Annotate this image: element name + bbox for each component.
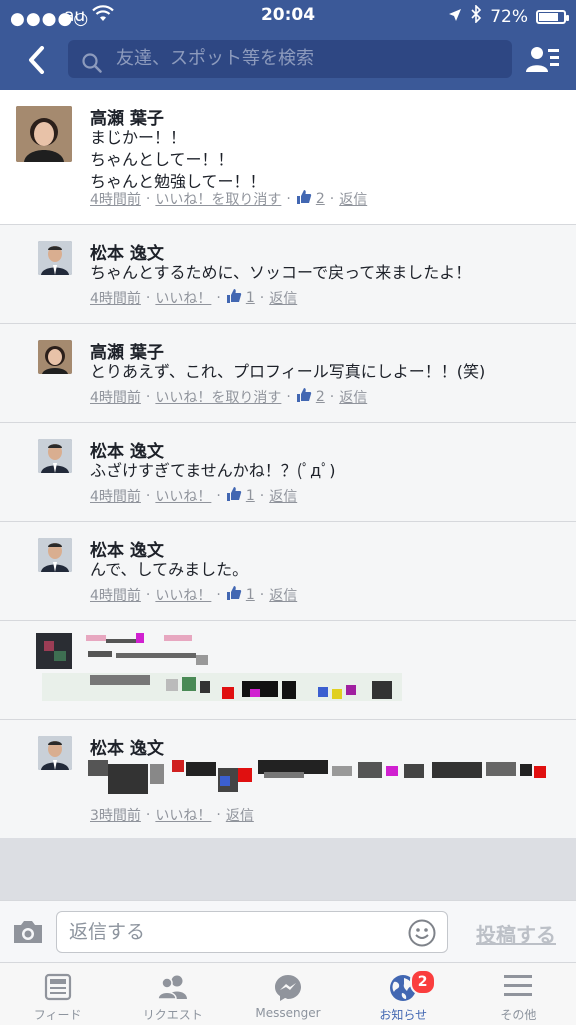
search-icon [82,49,102,87]
comment-item: 高瀬 葉子 とりあえず、これ、プロフィール写真にしよー！！(笑) 4時間前 · い… [0,324,576,423]
comment-text: んで、してみました。 [90,560,249,579]
timestamp[interactable]: 4時間前 [90,288,141,308]
like-button[interactable]: いいね！ [155,288,211,308]
pixelated-content [88,760,546,794]
tab-feed[interactable]: フィード [0,963,115,1025]
thumbs-up-icon [226,486,242,506]
like-count[interactable]: 1 [246,290,255,306]
search-input[interactable]: 友達、スポット等を検索 [68,40,512,78]
location-arrow-icon [448,7,462,27]
comment-text: まじかー！！ ちゃんとしてー！！ ちゃんと勉強してー！！ [90,128,266,191]
like-count[interactable]: 1 [246,587,255,603]
timestamp[interactable]: 4時間前 [90,387,141,407]
post-button[interactable]: 投稿する [476,919,556,948]
camera-button[interactable] [12,919,44,945]
bluetooth-icon [470,4,482,28]
like-button[interactable]: いいね！ [155,486,211,506]
comment-meta: 4時間前 · いいね！を取り消す · 2 · 返信 [90,387,368,407]
like-count[interactable]: 1 [246,488,255,504]
comment-item: 高瀬 葉子 まじかー！！ ちゃんとしてー！！ ちゃんと勉強してー！！ 4時間前 ·… [0,90,576,225]
friend-requests-icon [157,973,189,1005]
unlike-button[interactable]: いいね！を取り消す [155,189,281,209]
reply-link[interactable]: 返信 [339,387,367,407]
timestamp[interactable]: 4時間前 [90,486,141,506]
timestamp[interactable]: 4時間前 [90,585,141,605]
tab-messenger[interactable]: Messenger [230,963,345,1025]
emoji-button[interactable] [408,919,436,947]
avatar[interactable] [38,340,72,374]
tab-label: お知らせ [379,1008,428,1022]
status-bar: ●●●●○ au 20:04 72% [0,0,576,30]
commenter-name[interactable]: 松本 逸文 [90,734,164,759]
comment-meta: 3時間前 · いいね！ · 返信 [90,805,254,825]
messenger-icon [273,973,303,1007]
empty-area [0,838,576,900]
tab-friend-requests[interactable]: リクエスト [115,963,230,1025]
avatar[interactable] [38,538,72,572]
friends-list-icon [526,47,559,72]
comment-item: 松本 逸文 3時間前 · いいね！ · 返信 [0,720,576,842]
tab-notifications[interactable]: 2 お知らせ [346,963,461,1025]
like-count[interactable]: 2 [316,191,325,207]
commenter-name[interactable]: 松本 逸文 [90,536,164,561]
reply-link[interactable]: 返信 [339,189,367,209]
battery-icon [536,9,569,24]
tab-label: その他 [500,1008,537,1022]
censored-comment [0,621,576,720]
reply-composer: 返信する 投稿する [0,900,576,963]
smiley-icon [408,919,436,947]
comment-meta: 4時間前 · いいね！ · 1 · 返信 [90,288,298,308]
like-button[interactable]: いいね！ [155,805,211,825]
tab-bar: フィード リクエスト Messenger 2 お知らせ その他 [0,962,576,1025]
avatar[interactable] [38,439,72,473]
avatar[interactable] [16,106,72,162]
tab-label: Messenger [255,1006,321,1020]
thumbs-up-icon [226,585,242,605]
commenter-name[interactable]: 松本 逸文 [90,437,164,462]
camera-icon [14,921,42,943]
comment-meta: 4時間前 · いいね！を取り消す · 2 · 返信 [90,189,368,209]
back-button[interactable] [18,42,54,78]
commenter-name[interactable]: 高瀬 葉子 [90,338,164,363]
menu-icon [503,973,533,1003]
commenter-name[interactable]: 松本 逸文 [90,239,164,264]
comment-item: 松本 逸文 ふざけすぎてませんかね！？(ﾟдﾟ) 4時間前 · いいね！ · 1 · … [0,423,576,522]
comment-text: ちゃんとするために、ソッコーで戻って来ましたよ！ [90,263,472,282]
avatar[interactable] [38,241,72,275]
battery-percentage: 72% [490,6,528,27]
feed-icon [44,973,72,1005]
comment-text: ふざけすぎてませんかね！？(ﾟдﾟ) [90,461,336,480]
comment-item: 松本 逸文 ちゃんとするために、ソッコーで戻って来ましたよ！ 4時間前 · いいね… [0,225,576,324]
reply-input[interactable]: 返信する [56,911,448,953]
thumbs-up-icon [296,387,312,407]
reply-link[interactable]: 返信 [269,486,297,506]
commenter-name[interactable]: 高瀬 葉子 [90,104,164,129]
chevron-left-icon [29,46,44,74]
timestamp[interactable]: 3時間前 [90,805,141,825]
tab-label: リクエスト [142,1008,203,1022]
reply-link[interactable]: 返信 [226,805,254,825]
tab-label: フィード [33,1008,82,1022]
notification-badge: 2 [409,969,436,995]
comment-meta: 4時間前 · いいね！ · 1 · 返信 [90,585,298,605]
comment-thread: 高瀬 葉子 まじかー！！ ちゃんとしてー！！ ちゃんと勉強してー！！ 4時間前 ·… [0,90,576,842]
comment-meta: 4時間前 · いいね！ · 1 · 返信 [90,486,298,506]
tab-more[interactable]: その他 [461,963,576,1025]
comment-item: 松本 逸文 んで、してみました。 4時間前 · いいね！ · 1 · 返信 [0,522,576,621]
reply-link[interactable]: 返信 [269,288,297,308]
thumbs-up-icon [296,189,312,209]
avatar[interactable] [38,736,72,770]
reply-link[interactable]: 返信 [269,585,297,605]
comment-text: とりあえず、これ、プロフィール写真にしよー！！(笑) [90,362,486,381]
like-count[interactable]: 2 [316,389,325,405]
unlike-button[interactable]: いいね！を取り消す [155,387,281,407]
pixelated-content [36,633,402,701]
timestamp[interactable]: 4時間前 [90,189,141,209]
thumbs-up-icon [226,288,242,308]
like-button[interactable]: いいね！ [155,585,211,605]
search-placeholder: 友達、スポット等を検索 [116,48,314,69]
top-navigation-bar: ●●●●○ au 20:04 72% 友達、スポット等を検索 [0,0,576,90]
friends-list-button[interactable] [526,44,560,76]
